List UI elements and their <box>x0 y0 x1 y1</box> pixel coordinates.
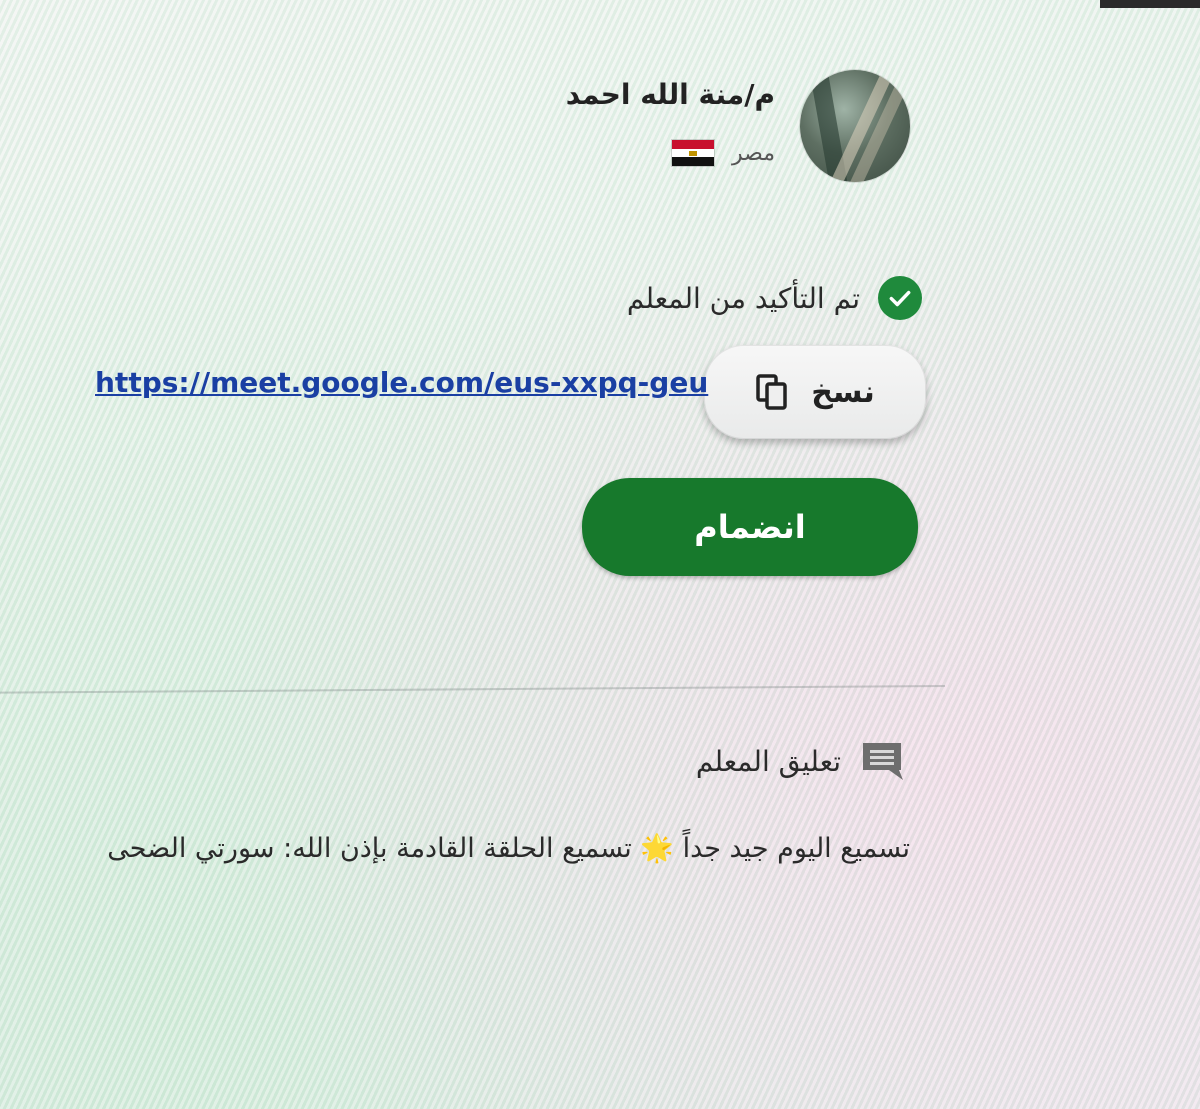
join-button[interactable]: انضمام <box>582 478 918 576</box>
copy-button-label: نسخ <box>811 374 875 410</box>
verification-text: تم التأكيد من المعلم <box>626 281 860 315</box>
verification-status: تم التأكيد من المعلم <box>627 276 922 320</box>
country-name: مصر <box>731 140 775 166</box>
check-circle-icon <box>878 276 922 320</box>
session-card: م/منة الله احمد مصر تم التأكيد من المعلم… <box>0 0 1200 1109</box>
egypt-flag-icon <box>671 140 714 167</box>
country-row: مصر <box>671 140 775 167</box>
teacher-comment-header: تعليق المعلم <box>696 740 905 782</box>
avatar <box>800 70 910 182</box>
teacher-comment-title: تعليق المعلم <box>695 744 841 778</box>
message-icon <box>863 743 903 780</box>
teacher-name: م/منة الله احمد <box>565 78 775 111</box>
meeting-link[interactable]: https://meet.google.com/eus-xxpq-geu <box>95 366 708 399</box>
divider <box>0 685 946 694</box>
copy-link-button[interactable]: نسخ <box>704 345 926 439</box>
teacher-comment-text: تسميع اليوم جيد جداً 🌟 تسميع الحلقة القا… <box>107 833 910 864</box>
copy-icon <box>756 374 788 410</box>
